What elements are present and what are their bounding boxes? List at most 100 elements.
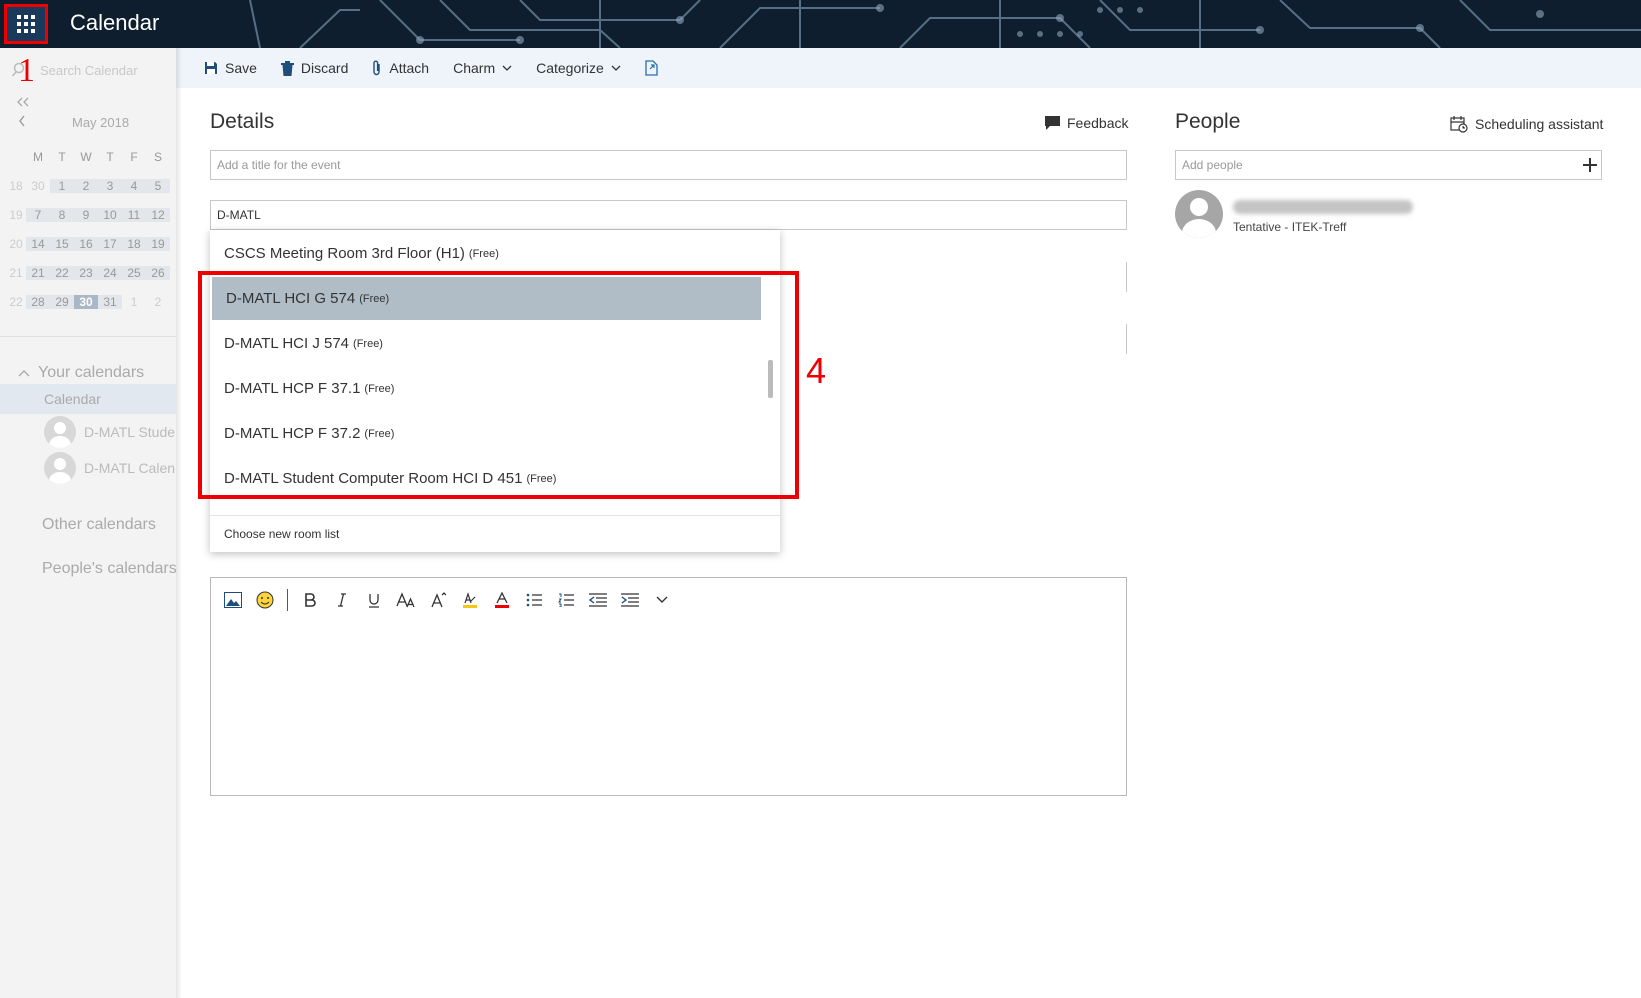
paperclip-icon xyxy=(373,60,381,76)
day-cell[interactable]: 4 xyxy=(122,178,146,193)
insert-picture-button[interactable] xyxy=(223,590,243,610)
your-calendars-header[interactable]: Your calendars xyxy=(18,364,144,382)
day-cell[interactable]: 22 xyxy=(50,265,74,280)
weekday-label: F xyxy=(130,149,138,164)
day-cell[interactable]: 21 xyxy=(26,265,50,280)
charm-label: Charm xyxy=(453,60,496,76)
room-option[interactable]: D-MATL HCP F 37.1 (Free) xyxy=(210,367,763,410)
nav-shadow xyxy=(176,48,182,998)
event-body-editor[interactable] xyxy=(210,577,1127,796)
decrease-indent-button[interactable] xyxy=(588,590,608,610)
day-cell[interactable]: 26 xyxy=(146,265,170,280)
numbering-button[interactable] xyxy=(556,590,576,610)
pop-out-button[interactable] xyxy=(645,60,658,76)
event-title-input[interactable] xyxy=(210,150,1127,180)
day-cell[interactable]: 17 xyxy=(98,236,122,251)
other-calendars-header[interactable]: Other calendars xyxy=(42,516,156,534)
underline-button[interactable] xyxy=(364,590,384,610)
room-status: (Free) xyxy=(364,382,395,395)
day-cell[interactable]: 19 xyxy=(146,236,170,251)
room-option[interactable]: D-MATL HCP F 37.2 (Free) xyxy=(210,412,763,455)
day-cell[interactable]: 16 xyxy=(74,236,98,251)
day-cell[interactable]: 30 xyxy=(26,179,50,193)
choose-room-list-link[interactable]: Choose new room list xyxy=(224,527,339,541)
day-cell[interactable]: 9 xyxy=(74,207,98,222)
day-cell[interactable]: 25 xyxy=(122,265,146,280)
day-cell[interactable]: 12 xyxy=(146,207,170,222)
collapse-nav-button[interactable] xyxy=(16,94,30,111)
dropdown-scrollbar[interactable] xyxy=(768,360,773,398)
speech-bubble-icon xyxy=(1045,115,1060,130)
day-cell[interactable]: 24 xyxy=(98,265,122,280)
app-launcher-button[interactable] xyxy=(4,4,48,44)
scheduling-assistant-button[interactable]: Scheduling assistant xyxy=(1450,115,1603,133)
numbered-list-icon xyxy=(558,593,574,607)
peoples-calendars-header[interactable]: People's calendars xyxy=(42,560,177,578)
waffle-icon xyxy=(17,15,35,33)
selected-day-cell[interactable]: 30 xyxy=(74,294,98,309)
room-option[interactable]: D-MATL HCI J 574 (Free) xyxy=(210,322,763,365)
toolbar-separator xyxy=(287,589,288,611)
charm-dropdown[interactable]: Charm xyxy=(453,60,512,76)
bold-button[interactable] xyxy=(300,590,320,610)
attendee-item[interactable]: Tentative - ITEK-Treff xyxy=(1175,190,1605,238)
day-cell[interactable]: 31 xyxy=(98,294,122,309)
feedback-button[interactable]: Feedback xyxy=(1045,115,1128,131)
add-people-input[interactable] xyxy=(1175,150,1602,180)
previous-month-button[interactable] xyxy=(18,114,26,132)
room-option[interactable]: CSCS Meeting Room 3rd Floor (H1) (Free) xyxy=(210,232,763,275)
room-name: D-MATL HCP F 37.2 xyxy=(224,425,361,442)
pop-out-icon xyxy=(645,60,658,76)
categorize-dropdown[interactable]: Categorize xyxy=(536,60,621,76)
discard-button[interactable]: Discard xyxy=(280,60,348,76)
annotation-step-number: 4 xyxy=(806,350,827,391)
day-cell[interactable]: 1 xyxy=(122,295,146,309)
room-option-highlighted[interactable]: D-MATL HCI G 574 (Free) xyxy=(212,277,761,320)
more-formatting-button[interactable] xyxy=(652,590,672,610)
italic-icon xyxy=(338,593,346,607)
day-cell[interactable]: 15 xyxy=(50,236,74,251)
room-status: (Free) xyxy=(353,337,383,350)
room-option[interactable]: D-MATL Student Computer Room HCI D 451 (F… xyxy=(210,457,763,500)
italic-button[interactable] xyxy=(332,590,352,610)
annotation-step-number: 1 xyxy=(18,52,35,89)
search-input[interactable] xyxy=(40,58,170,82)
day-cell[interactable]: 1 xyxy=(50,178,74,193)
save-button[interactable]: Save xyxy=(204,60,257,76)
day-cell[interactable]: 5 xyxy=(146,178,170,193)
add-people-button[interactable] xyxy=(1581,156,1599,174)
calendar-entry-label: D-MATL Calen xyxy=(84,460,176,476)
calendar-entry[interactable]: D-MATL Calen xyxy=(44,452,184,484)
calendar-list-item[interactable]: Calendar xyxy=(0,384,176,414)
day-cell[interactable]: 10 xyxy=(98,207,122,222)
day-cell[interactable]: 3 xyxy=(98,178,122,193)
day-cell[interactable]: 23 xyxy=(74,265,98,280)
app-title: Calendar xyxy=(70,10,160,35)
bullets-button[interactable] xyxy=(524,590,544,610)
calendar-entry[interactable]: D-MATL Stude xyxy=(44,416,184,448)
day-cell[interactable]: 2 xyxy=(146,295,170,309)
grow-font-button[interactable] xyxy=(428,590,448,610)
week-row: 22 28 29 30 31 1 2 xyxy=(6,287,170,316)
week-number: 21 xyxy=(9,265,23,280)
room-name: D-MATL HCI G 574 xyxy=(226,290,356,307)
day-cell[interactable]: 29 xyxy=(50,294,74,309)
increase-indent-button[interactable] xyxy=(620,590,640,610)
day-cell[interactable]: 18 xyxy=(122,236,146,251)
day-cell[interactable]: 7 xyxy=(26,207,50,222)
font-color-button[interactable] xyxy=(492,590,512,610)
day-cell[interactable]: 14 xyxy=(26,236,50,251)
emoji-button[interactable] xyxy=(255,590,275,610)
categorize-label: Categorize xyxy=(536,60,604,76)
picture-icon xyxy=(224,592,242,608)
highlight-button[interactable] xyxy=(460,590,480,610)
attach-button[interactable]: Attach xyxy=(372,60,429,76)
day-cell[interactable]: 28 xyxy=(26,294,50,309)
highlighter-icon xyxy=(463,592,477,608)
day-cell[interactable]: 8 xyxy=(50,207,74,222)
day-cell[interactable]: 11 xyxy=(122,207,146,222)
font-size-button[interactable] xyxy=(396,590,416,610)
location-input[interactable] xyxy=(210,200,1127,230)
bullet-list-icon xyxy=(526,593,542,607)
day-cell[interactable]: 2 xyxy=(74,178,98,193)
